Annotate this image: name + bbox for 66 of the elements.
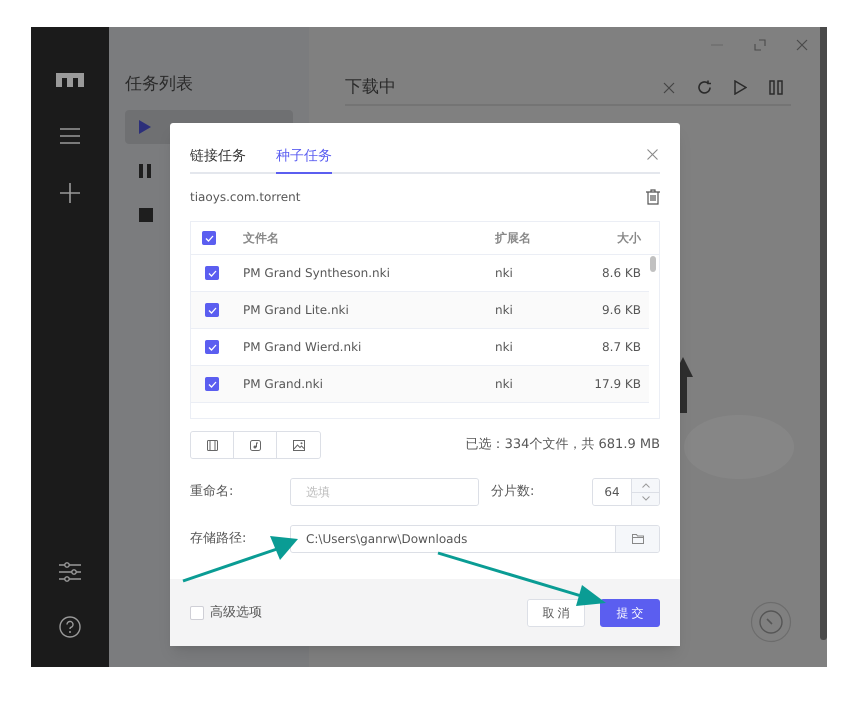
save-path-field[interactable]: C:\Users\ganrw\Downloads bbox=[290, 525, 660, 553]
extension-cell-text: nki bbox=[495, 265, 514, 282]
chevron-down-icon[interactable] bbox=[642, 496, 650, 502]
check-icon bbox=[204, 234, 214, 242]
submit-button[interactable]: 提交 bbox=[600, 598, 660, 626]
folder-icon bbox=[632, 534, 644, 544]
trash-icon[interactable] bbox=[646, 189, 660, 205]
plus-icon[interactable] bbox=[60, 183, 80, 203]
panel-title: 任务列表 bbox=[125, 73, 194, 96]
field-label: 重命名: bbox=[190, 483, 234, 502]
extension-cell-text: nki bbox=[495, 376, 514, 393]
file-name-cell-text: PM Grand Wierd.nki bbox=[243, 339, 362, 356]
play-icon bbox=[139, 120, 151, 134]
stop-icon bbox=[139, 208, 153, 222]
file-name-cell-text: PM Grand.nki bbox=[243, 376, 324, 393]
dialog-tab[interactable]: 种子任务 bbox=[276, 141, 332, 174]
maximize-icon[interactable] bbox=[754, 39, 766, 51]
checkbox-label: 高级选项 bbox=[210, 604, 262, 622]
check-icon bbox=[208, 306, 216, 314]
close-icon[interactable] bbox=[647, 149, 658, 160]
file-name-cell-text: PM Grand Lite.nki bbox=[243, 302, 350, 319]
row-checkbox[interactable] bbox=[205, 377, 219, 391]
close-icon[interactable] bbox=[663, 82, 675, 94]
menu-icon[interactable] bbox=[60, 128, 80, 144]
size-cell-text: 17.9 KB bbox=[593, 376, 641, 393]
play-icon[interactable] bbox=[734, 80, 747, 95]
row-checkbox[interactable] bbox=[205, 303, 219, 317]
help-icon[interactable] bbox=[59, 616, 81, 638]
image-icon bbox=[292, 440, 304, 450]
size-cell-text: 8.6 KB bbox=[601, 265, 641, 282]
field-label: 分片数: bbox=[491, 483, 536, 502]
extension-cell-text: nki bbox=[495, 339, 514, 356]
main-title: 下载中 bbox=[345, 76, 397, 99]
row-checkbox[interactable] bbox=[205, 340, 219, 354]
pause-icon[interactable] bbox=[769, 80, 783, 95]
scrollbar-thumb[interactable] bbox=[650, 256, 656, 272]
torrent-file-name: tiaoys.com.torrent bbox=[190, 189, 302, 206]
segments-number-field[interactable]: 64 bbox=[592, 478, 660, 506]
file-name-cell-text: PM Grand Syntheson.nki bbox=[243, 265, 391, 282]
refresh-icon[interactable] bbox=[697, 80, 712, 95]
logo-icon bbox=[56, 73, 84, 87]
check-icon bbox=[208, 380, 216, 388]
check-icon bbox=[208, 270, 216, 276]
column-header: 扩展名 bbox=[495, 230, 532, 247]
cancel-button[interactable]: 取消 bbox=[527, 598, 585, 626]
advanced-options-checkbox[interactable] bbox=[190, 606, 204, 620]
select-all-checkbox[interactable] bbox=[202, 231, 216, 245]
selection-summary: 已选：334个文件，共 681.9 MB bbox=[466, 436, 660, 454]
scrollbar-thumb[interactable] bbox=[820, 27, 827, 640]
column-header: 文件名 bbox=[243, 230, 280, 247]
chevron-up-icon[interactable] bbox=[642, 482, 650, 488]
settings-icon[interactable] bbox=[59, 561, 81, 583]
browse-folder-button[interactable] bbox=[615, 526, 659, 552]
column-header: 大小 bbox=[616, 230, 641, 247]
pause-icon bbox=[139, 164, 151, 178]
rename-input-field[interactable]: 选填 bbox=[290, 478, 479, 506]
size-cell-text: 8.7 KB bbox=[601, 339, 641, 356]
check-icon bbox=[208, 344, 216, 350]
extension-cell-text: nki bbox=[495, 302, 514, 319]
music-file-icon bbox=[250, 440, 260, 450]
field-label: 存储路径: bbox=[190, 530, 248, 548]
film-icon bbox=[206, 440, 218, 450]
close-icon[interactable] bbox=[796, 39, 808, 51]
size-cell-text: 9.6 KB bbox=[601, 302, 641, 319]
row-checkbox[interactable] bbox=[205, 266, 219, 280]
dialog-tab[interactable]: 链接任务 bbox=[190, 141, 246, 174]
